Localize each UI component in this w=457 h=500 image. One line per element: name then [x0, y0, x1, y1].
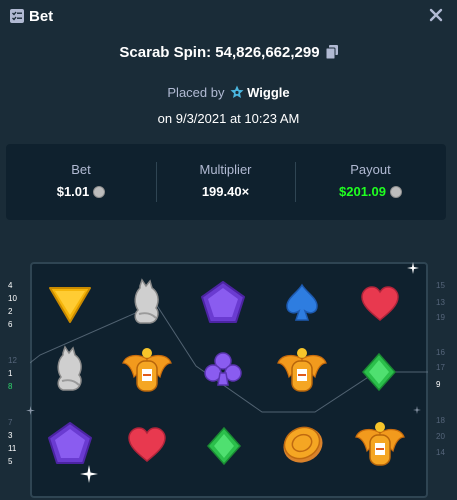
- payline-number: 18: [436, 416, 445, 425]
- golden-scarab-icon: [355, 422, 405, 466]
- payline-number: 4: [8, 281, 13, 290]
- silver-cat-icon: [57, 345, 82, 391]
- golden-scarab-icon: [277, 348, 327, 392]
- silver-cat-icon: [134, 278, 159, 324]
- payline-number: 10: [8, 294, 17, 303]
- payline-number: 17: [436, 363, 445, 372]
- payline-number: 2: [8, 307, 13, 316]
- payline-number: 20: [436, 432, 445, 441]
- payline-number-highlighted: 8: [8, 382, 13, 391]
- bet-stats-panel: Bet $1.01 Multiplier 199.40× Payout $201…: [6, 144, 446, 220]
- purple-club-icon: [204, 352, 242, 386]
- payline-number: 15: [436, 281, 445, 290]
- green-diamond-icon: [206, 426, 242, 466]
- yellow-triangle-icon: [49, 287, 91, 323]
- modal-header: Bet: [0, 0, 457, 32]
- multiplier-stat: Multiplier 199.40×: [156, 144, 295, 220]
- blue-spade-icon: [286, 283, 318, 321]
- game-title: Scarab Spin: 54,826,662,299: [0, 44, 457, 61]
- payline-number: 3: [8, 431, 13, 440]
- bet-list-icon: [10, 9, 24, 23]
- game-id-text: Scarab Spin: 54,826,662,299: [119, 44, 320, 61]
- payline-number: 11: [8, 444, 17, 453]
- sparkle-icon: [413, 406, 421, 414]
- username-link[interactable]: Wiggle: [247, 85, 290, 100]
- sparkle-icon: [80, 465, 98, 483]
- payline-number: 6: [8, 320, 13, 329]
- payline-number: 7: [8, 418, 13, 427]
- placed-by-label: Placed by: [167, 85, 225, 100]
- placed-by: Placed by Wiggle: [0, 85, 457, 100]
- golden-scarab-icon: [122, 348, 172, 392]
- green-diamond-icon: [361, 352, 397, 392]
- modal-title: Bet: [29, 8, 54, 25]
- bet-stat: Bet $1.01: [6, 144, 156, 220]
- red-heart-icon: [128, 427, 166, 462]
- litecoin-icon: [93, 186, 106, 198]
- bet-value-row: $1.01: [6, 184, 156, 199]
- purple-pentagon-icon: [201, 281, 245, 323]
- bet-label: Bet: [71, 162, 91, 177]
- payline-number: 14: [436, 448, 445, 457]
- payout-value-row: $201.09: [295, 184, 446, 199]
- payline-number: 5: [8, 457, 13, 466]
- payout-label: Payout: [350, 162, 391, 177]
- red-heart-icon: [361, 286, 399, 321]
- star-badge-icon: [230, 85, 244, 98]
- payout-value: $201.09: [339, 184, 386, 199]
- payline-number: 19: [436, 313, 445, 322]
- payline-number: 12: [8, 356, 17, 365]
- payout-stat: Payout $201.09: [295, 144, 446, 220]
- payline-number: 13: [436, 298, 445, 307]
- sparkle-icon: [407, 262, 419, 274]
- gold-coin-icon: [283, 426, 323, 463]
- litecoin-icon: [390, 186, 402, 198]
- bet-value: $1.01: [56, 184, 90, 199]
- multiplier-label: Multiplier: [199, 162, 252, 177]
- payline-number: 9: [436, 380, 441, 389]
- purple-pentagon-icon: [48, 422, 92, 464]
- multiplier-value: 199.40×: [201, 184, 250, 199]
- bet-date: on 9/3/2021 at 10:23 AM: [157, 111, 300, 126]
- sparkle-icon: [26, 406, 35, 415]
- copy-icon[interactable]: [325, 45, 338, 59]
- close-icon[interactable]: [427, 6, 445, 24]
- payline-number: 16: [436, 348, 445, 357]
- payline-number: 1: [8, 369, 13, 378]
